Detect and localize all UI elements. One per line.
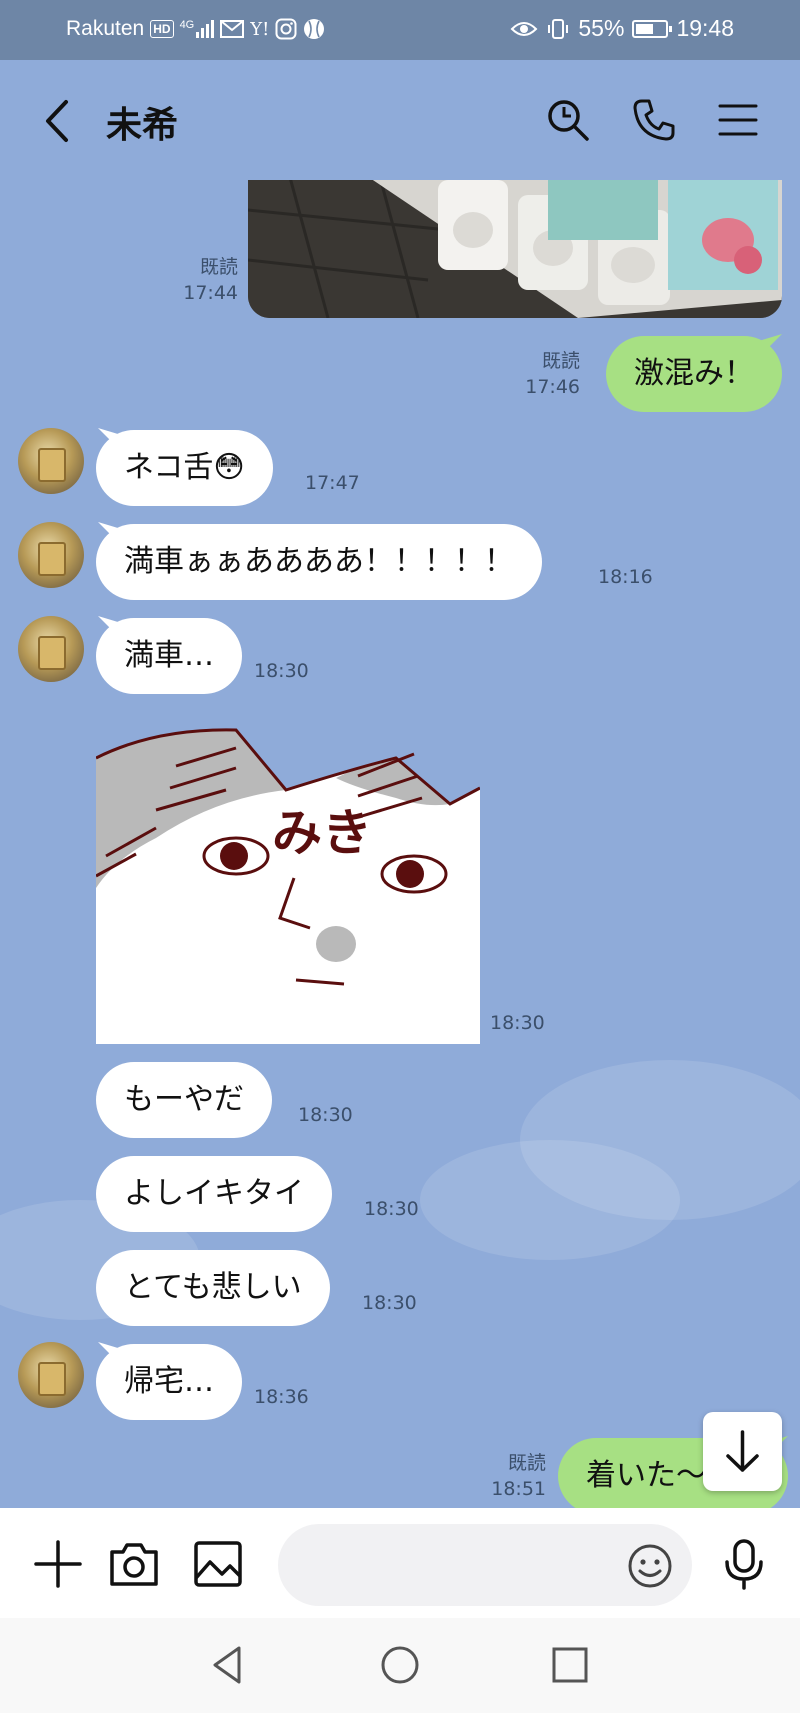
their-message-bubble[interactable]: ネコ舌😳 [96, 430, 273, 506]
battery-icon [632, 19, 673, 38]
sticker-text: みき [272, 804, 372, 862]
system-nav-bar [0, 1618, 800, 1713]
their-message-bubble[interactable]: 満車ぁぁああああ！！！！！ [96, 524, 542, 600]
arrow-down-icon [726, 1430, 759, 1472]
input-bar [0, 1508, 800, 1618]
yahoo-icon: Y! [250, 18, 270, 40]
message-time: 18:30 [254, 660, 309, 682]
battery-percent: 55% [578, 15, 625, 41]
clock: 19:48 [676, 15, 734, 41]
camera-icon[interactable] [108, 1538, 160, 1590]
signal-icon: 4G [180, 20, 215, 38]
message-time: 17:47 [305, 472, 360, 494]
carrier-label: Rakuten [66, 17, 145, 40]
avatar[interactable] [18, 522, 84, 588]
menu-icon[interactable] [714, 96, 762, 144]
sticker-message[interactable]: みき [95, 718, 481, 1044]
search-icon[interactable] [544, 96, 592, 144]
nav-back-icon[interactable] [205, 1642, 251, 1688]
their-message-bubble[interactable]: とても悲しい [96, 1250, 330, 1326]
message-time: 18:30 [364, 1198, 419, 1220]
nav-home-icon[interactable] [377, 1642, 423, 1688]
mail-icon [220, 20, 245, 38]
message-time: 18:36 [254, 1386, 309, 1408]
message-time: 17:46 [525, 376, 580, 398]
plus-icon[interactable] [32, 1538, 84, 1590]
microphone-icon[interactable] [718, 1538, 770, 1590]
read-receipt: 既読 [507, 1452, 546, 1474]
photo-message[interactable] [248, 180, 782, 318]
read-receipt: 既読 [199, 256, 238, 278]
message-time: 18:16 [598, 566, 653, 588]
contact-name: 未希 [106, 105, 179, 146]
message-time: 18:30 [298, 1104, 353, 1126]
read-receipt: 既読 [541, 350, 580, 372]
their-message-bubble[interactable]: よしイキタイ [96, 1156, 332, 1232]
phone-icon[interactable] [630, 96, 678, 144]
their-message-bubble[interactable]: もーやだ [96, 1062, 272, 1138]
chat-area[interactable]: 既読 17:44 激混み！ 既読 17:46 ネコ舌😳 17:47 満車ぁぁああ… [0, 180, 800, 1508]
message-meta: 既読 17:46 [525, 348, 580, 400]
network-type-label: 4G [179, 19, 195, 31]
message-time: 18:30 [362, 1292, 417, 1314]
eye-comfort-icon [510, 21, 538, 36]
their-message-bubble[interactable]: 満車… [96, 618, 242, 694]
my-message-bubble[interactable]: 激混み！ [606, 336, 782, 412]
avatar[interactable] [18, 616, 84, 682]
avatar[interactable] [18, 428, 84, 494]
baseball-icon [304, 19, 325, 39]
emoji-icon[interactable] [626, 1542, 674, 1590]
vibrate-icon [548, 18, 569, 39]
message-time: 18:51 [491, 1478, 546, 1500]
hd-voice-icon: HD [150, 20, 174, 38]
chat-header: 未希 [0, 60, 800, 180]
their-message-bubble[interactable]: 帰宅… [96, 1344, 242, 1420]
image-icon[interactable] [192, 1538, 244, 1590]
instagram-icon [275, 18, 297, 40]
status-bar: Rakuten HD 4G Y! 55% 19:48 [0, 0, 800, 60]
message-meta: 既読 17:44 [183, 254, 238, 306]
scroll-to-bottom-button[interactable] [703, 1412, 782, 1491]
message-time: 18:30 [490, 1012, 545, 1034]
message-meta: 既読 18:51 [491, 1450, 546, 1502]
back-icon[interactable] [38, 96, 78, 146]
message-time: 17:44 [183, 282, 238, 304]
avatar[interactable] [18, 1342, 84, 1408]
nav-recents-icon[interactable] [547, 1642, 593, 1688]
